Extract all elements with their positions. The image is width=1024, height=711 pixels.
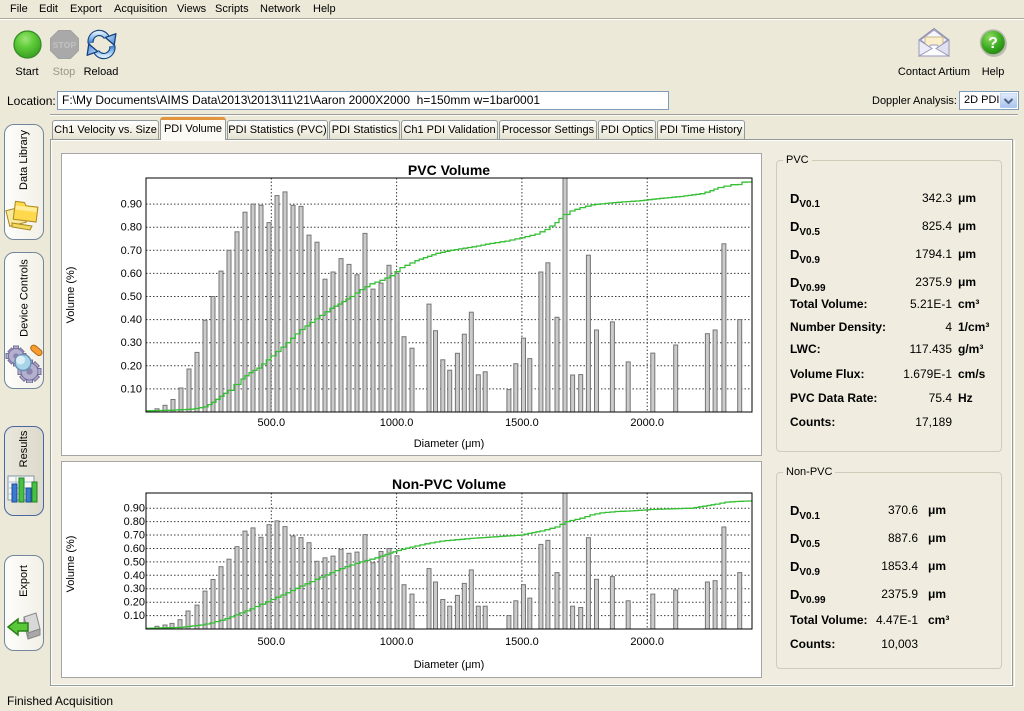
- svg-text:PVC Volume: PVC Volume: [408, 162, 490, 178]
- svg-text:0.10: 0.10: [124, 610, 145, 622]
- svg-text:0.60: 0.60: [121, 268, 142, 280]
- svg-text:500.0: 500.0: [258, 636, 286, 648]
- svg-text:Volume (%): Volume (%): [65, 267, 77, 324]
- svg-text:0.60: 0.60: [124, 543, 145, 555]
- svg-text:0.10: 0.10: [121, 383, 142, 395]
- svg-text:0.90: 0.90: [121, 199, 142, 211]
- svg-text:Diameter (μm): Diameter (μm): [414, 659, 485, 671]
- svg-text:2000.0: 2000.0: [630, 417, 664, 429]
- svg-text:1500.0: 1500.0: [505, 417, 539, 429]
- svg-text:STOP: STOP: [53, 40, 77, 50]
- svg-text:0.40: 0.40: [121, 314, 142, 326]
- svg-text:1500.0: 1500.0: [505, 636, 539, 648]
- svg-text:0.80: 0.80: [121, 222, 142, 234]
- svg-text:0.30: 0.30: [121, 337, 142, 349]
- svg-text:2000.0: 2000.0: [630, 636, 664, 648]
- svg-text:0.20: 0.20: [124, 597, 145, 609]
- svg-text:Diameter (μm): Diameter (μm): [414, 438, 485, 450]
- svg-text:Volume (%): Volume (%): [65, 536, 77, 593]
- svg-text:0.50: 0.50: [121, 291, 142, 303]
- svg-text:0.50: 0.50: [124, 556, 145, 568]
- svg-text:0.70: 0.70: [124, 530, 145, 542]
- svg-text:1000.0: 1000.0: [380, 417, 414, 429]
- svg-text:?: ?: [988, 35, 998, 52]
- svg-text:0.90: 0.90: [124, 503, 145, 515]
- svg-text:0.80: 0.80: [124, 516, 145, 528]
- svg-text:500.0: 500.0: [258, 417, 286, 429]
- svg-text:Non-PVC Volume: Non-PVC Volume: [392, 476, 506, 492]
- svg-text:0.30: 0.30: [124, 583, 145, 595]
- svg-text:0.20: 0.20: [121, 360, 142, 372]
- svg-text:1000.0: 1000.0: [380, 636, 414, 648]
- svg-text:0.70: 0.70: [121, 245, 142, 257]
- svg-text:0.40: 0.40: [124, 570, 145, 582]
